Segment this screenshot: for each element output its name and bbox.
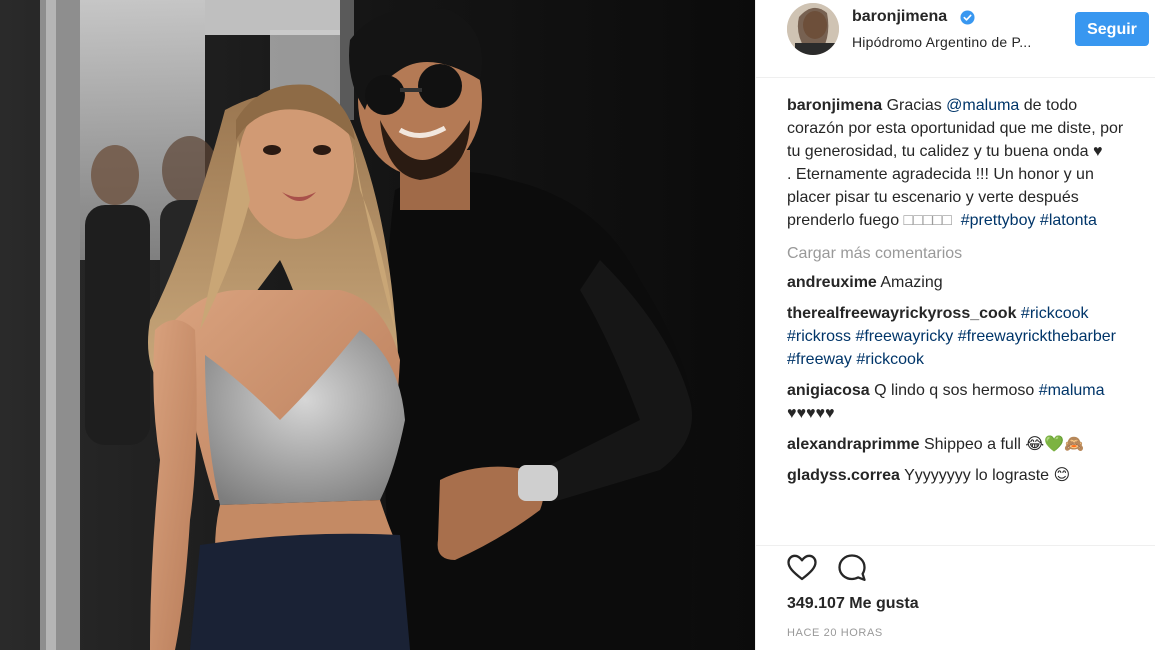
post-author-username[interactable]: baronjimena: [852, 8, 947, 26]
comment-item: alexandraprimme Shippeo a full 😂💚🙈: [787, 433, 1137, 456]
caption-hashtag-prettyboy[interactable]: #prettyboy: [961, 212, 1036, 229]
caption-username[interactable]: baronjimena: [787, 97, 882, 114]
comment-text: Amazing: [880, 274, 943, 291]
post-location[interactable]: Hipódromo Argentino de P...: [852, 34, 1031, 50]
caption-mention[interactable]: @maluma: [946, 97, 1019, 114]
comment-username[interactable]: alexandraprimme: [787, 436, 920, 453]
caption-emoji-boxes: □□□□□: [903, 212, 952, 229]
comment-username[interactable]: gladyss.correa: [787, 467, 900, 484]
follow-button[interactable]: Seguir: [1075, 12, 1149, 46]
avatar-image: [787, 3, 839, 55]
comment-text: Shippeo a full 😂💚🙈: [923, 436, 1084, 453]
photo-illustration: [0, 0, 755, 650]
avatar[interactable]: [787, 3, 839, 55]
heart-icon[interactable]: [786, 552, 818, 584]
comments-section: baronjimena Gracias @maluma de todo cora…: [787, 94, 1137, 487]
caption-hashtag-latonta[interactable]: #latonta: [1040, 212, 1097, 229]
post-caption: baronjimena Gracias @maluma de todo cora…: [787, 94, 1137, 232]
comment-bubble-icon[interactable]: [836, 552, 868, 584]
comment-emoji: ♥♥♥♥♥: [787, 405, 835, 422]
comment-item: andreuxime Amazing: [787, 271, 1137, 294]
post-photo[interactable]: [0, 0, 755, 650]
load-more-comments-link[interactable]: Cargar más comentarios: [787, 242, 1137, 265]
comment-hashtag[interactable]: #maluma: [1039, 382, 1105, 399]
verified-badge-icon: [960, 10, 975, 25]
divider: [756, 545, 1155, 546]
comment-item: anigiacosa Q lindo q sos hermoso #maluma…: [787, 379, 1137, 425]
post-details-panel: baronjimena Hipódromo Argentino de P... …: [755, 0, 1155, 650]
comment-username[interactable]: andreuxime: [787, 274, 877, 291]
comment-text: Q lindo q sos hermoso: [874, 382, 1039, 399]
post-timestamp[interactable]: HACE 20 HORAS: [787, 627, 883, 639]
comment-username[interactable]: therealfreewayrickyross_cook: [787, 305, 1016, 322]
post-header: baronjimena Hipódromo Argentino de P... …: [756, 0, 1155, 78]
comment-username[interactable]: anigiacosa: [787, 382, 870, 399]
comment-item: therealfreewayrickyross_cook #rickcook #…: [787, 302, 1137, 371]
comment-item: gladyss.correa Yyyyyyyy lo lograste 😊: [787, 464, 1137, 487]
likes-count[interactable]: 349.107 Me gusta: [787, 595, 919, 613]
caption-text-1: Gracias: [886, 97, 947, 114]
comment-text: Yyyyyyyy lo lograste 😊: [904, 467, 1071, 484]
